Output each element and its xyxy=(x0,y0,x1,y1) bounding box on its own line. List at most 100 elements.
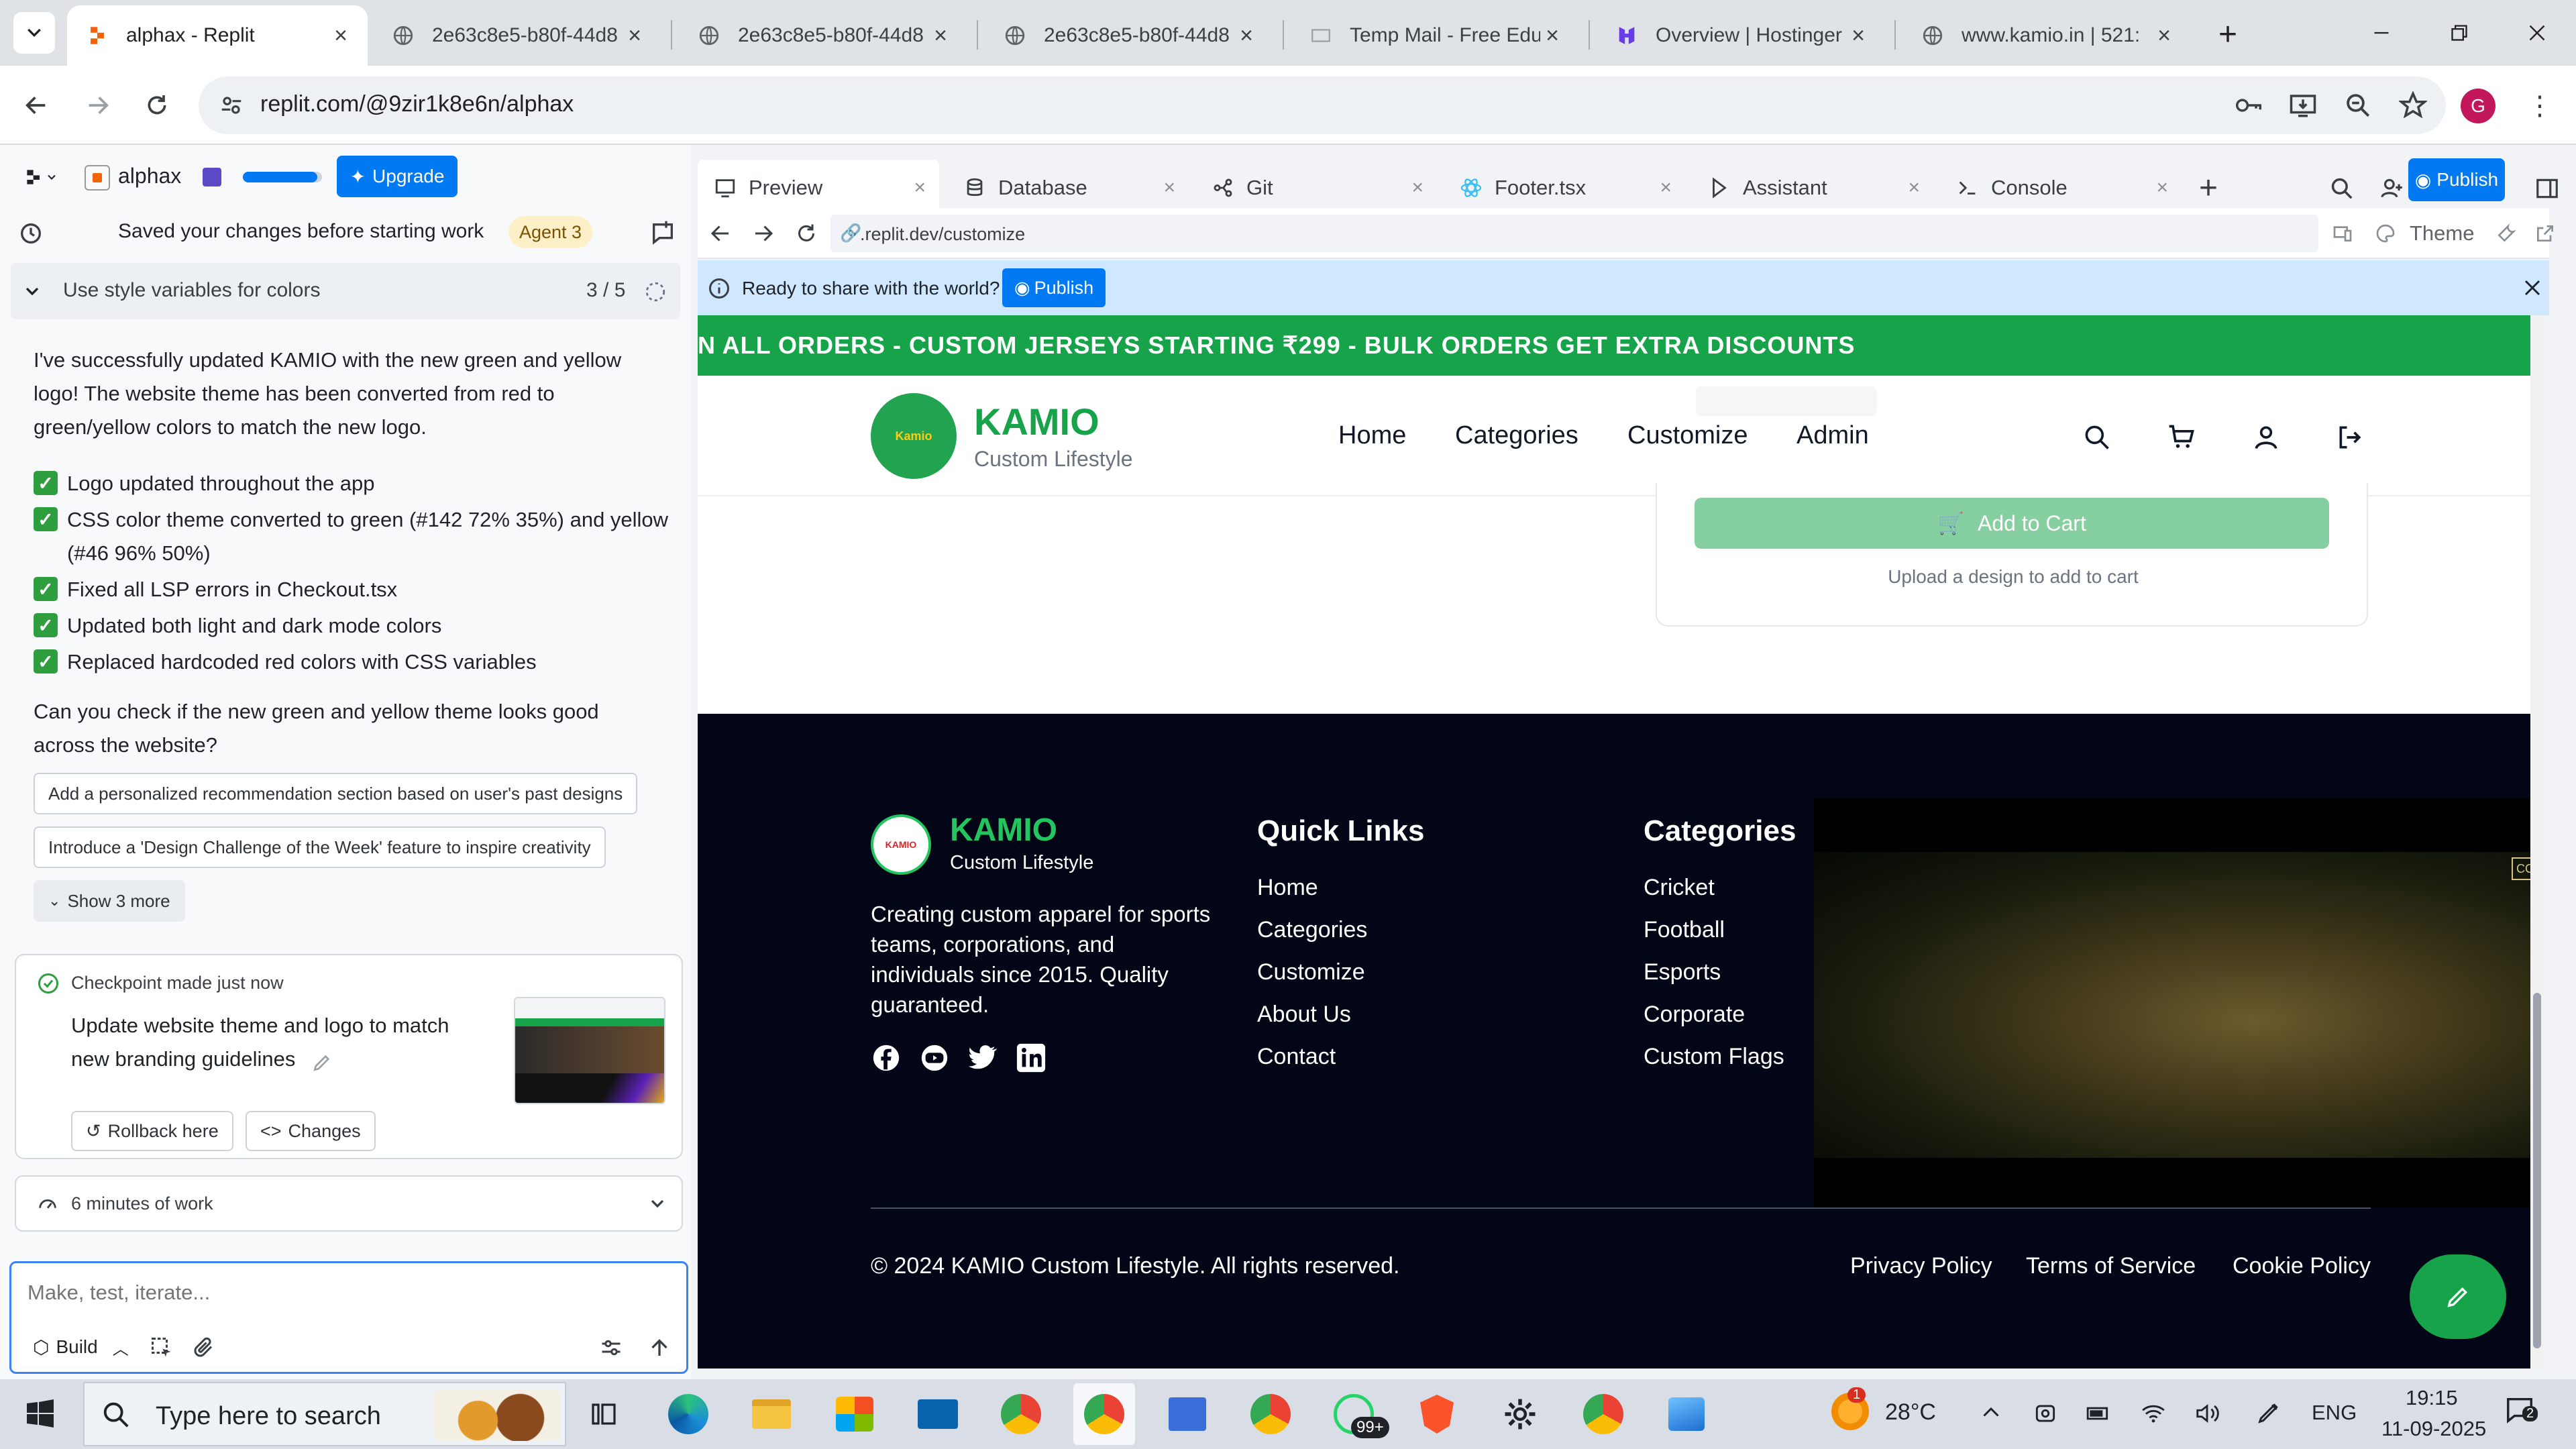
file-explorer-app[interactable] xyxy=(741,1383,802,1445)
suggestion-chip[interactable]: Add a personalized recommendation sectio… xyxy=(34,773,638,814)
close-tab-icon[interactable]: × xyxy=(928,23,953,48)
tab-hostinger[interactable]: Overview | Hostinger × xyxy=(1597,5,1885,66)
show-more-button[interactable]: ⌄ Show 3 more xyxy=(34,880,185,922)
zoom-icon[interactable] xyxy=(2344,91,2372,119)
preview-scrollbar[interactable] xyxy=(2530,315,2544,1368)
send-arrow-up-icon[interactable] xyxy=(647,1336,672,1360)
youtube-icon[interactable] xyxy=(919,1042,950,1073)
close-tab-icon[interactable]: × xyxy=(1411,176,1424,199)
banner-publish-button[interactable]: ◉ Publish xyxy=(1002,268,1106,307)
camera-icon[interactable] xyxy=(2033,1401,2058,1426)
work-time-row[interactable]: 6 minutes of work xyxy=(15,1175,683,1232)
devices-icon[interactable] xyxy=(2332,223,2353,244)
profile-avatar[interactable]: G xyxy=(2461,89,2496,123)
site-info-icon[interactable] xyxy=(219,93,244,118)
footer-category-football[interactable]: Football xyxy=(1644,917,1725,943)
close-tab-icon[interactable]: × xyxy=(914,176,926,199)
footer-category-esports[interactable]: Esports xyxy=(1644,959,1721,985)
tab-alphax-replit[interactable]: alphax - Replit × xyxy=(67,5,368,66)
close-tab-icon[interactable]: × xyxy=(2152,23,2176,48)
pencil-icon[interactable] xyxy=(311,1052,333,1073)
nav-admin[interactable]: Admin xyxy=(1796,421,1869,450)
wifi-icon[interactable] xyxy=(2140,1401,2167,1426)
paperclip-icon[interactable] xyxy=(191,1336,215,1360)
privacy-policy-link[interactable]: Privacy Policy xyxy=(1850,1253,1992,1279)
search-icon[interactable] xyxy=(2329,176,2355,201)
whatsapp-app[interactable]: 99+ xyxy=(1323,1383,1389,1445)
chrome-app[interactable] xyxy=(990,1383,1052,1445)
footer-category-corporate[interactable]: Corporate xyxy=(1644,1002,1745,1028)
remote-desktop-app[interactable] xyxy=(1157,1383,1218,1445)
photos-app[interactable] xyxy=(1656,1383,1717,1445)
brave-app[interactable] xyxy=(1406,1383,1468,1445)
chrome-profile-app-2[interactable] xyxy=(1240,1383,1301,1445)
nav-customize[interactable]: Customize xyxy=(1627,421,1748,450)
workspace-menu-button[interactable] xyxy=(17,164,64,191)
select-element-icon[interactable] xyxy=(150,1336,174,1360)
publish-button[interactable]: ◉ Publish xyxy=(2408,158,2505,201)
task-view-button[interactable] xyxy=(573,1383,635,1445)
store-app[interactable] xyxy=(824,1383,885,1445)
bookmark-star-icon[interactable] xyxy=(2399,91,2427,119)
tab-uuid-1[interactable]: 2e63c8e5-b80f-44d8 × xyxy=(373,5,661,66)
footer-link-about-us[interactable]: About Us xyxy=(1257,1002,1351,1028)
close-tab-icon[interactable]: × xyxy=(1660,176,1672,199)
suggestion-chip[interactable]: Introduce a 'Design Challenge of the Wee… xyxy=(34,826,606,868)
preview-url-field[interactable]: 🔗 .replit.dev/customize xyxy=(830,215,2318,252)
footer-link-home[interactable]: Home xyxy=(1257,875,1318,901)
cookie-policy-link[interactable]: Cookie Policy xyxy=(2233,1253,2371,1279)
close-tab-icon[interactable]: × xyxy=(2156,176,2168,199)
tab-kamio[interactable]: www.kamio.in | 521: × xyxy=(1902,5,2191,66)
chrome-profile-app-3[interactable] xyxy=(1572,1383,1634,1445)
arrow-left-icon[interactable] xyxy=(708,221,733,246)
forward-button[interactable] xyxy=(76,84,119,127)
user-icon[interactable] xyxy=(2251,423,2281,452)
back-button[interactable] xyxy=(15,84,58,127)
chrome-profile-app-active[interactable] xyxy=(1073,1383,1135,1445)
nav-categories[interactable]: Categories xyxy=(1455,421,1578,450)
pen-icon[interactable] xyxy=(2255,1399,2282,1426)
scrollbar-thumb[interactable] xyxy=(2533,993,2541,1348)
close-tab-icon[interactable]: × xyxy=(623,23,647,48)
taskbar-search[interactable]: Type here to search xyxy=(83,1382,566,1446)
clock-date[interactable]: 11-09-2025 xyxy=(2381,1417,2486,1441)
add-tab-button[interactable]: + xyxy=(2188,168,2229,208)
add-to-cart-button[interactable]: 🛒 Add to Cart xyxy=(1695,498,2329,549)
close-tab-icon[interactable]: × xyxy=(1908,176,1920,199)
restore-button[interactable] xyxy=(2422,0,2497,66)
invite-user-icon[interactable] xyxy=(2379,176,2404,201)
volume-icon[interactable] xyxy=(2194,1401,2220,1426)
language-indicator[interactable]: ENG xyxy=(2312,1401,2357,1425)
footer-category-custom-flags[interactable]: Custom Flags xyxy=(1644,1044,1784,1070)
brand-name[interactable]: KAMIO xyxy=(974,400,1099,443)
new-chat-icon[interactable] xyxy=(649,220,676,247)
tab-temp-mail[interactable]: Temp Mail - Free Edu × xyxy=(1291,5,1579,66)
floating-edit-button[interactable] xyxy=(2410,1254,2506,1339)
tab-uuid-2[interactable]: 2e63c8e5-b80f-44d8 × xyxy=(679,5,967,66)
footer-link-customize[interactable]: Customize xyxy=(1257,959,1365,985)
open-external-icon[interactable] xyxy=(2534,223,2556,244)
palette-icon[interactable] xyxy=(2375,223,2396,244)
minimize-button[interactable] xyxy=(2344,0,2419,66)
browser-menu-button[interactable]: ⋮ xyxy=(2520,86,2560,126)
upgrade-button[interactable]: ✦ Upgrade xyxy=(337,156,458,197)
logout-icon[interactable] xyxy=(2336,423,2365,452)
site-logo[interactable]: Kamio xyxy=(871,393,957,479)
edge-app[interactable] xyxy=(657,1383,719,1445)
search-icon[interactable] xyxy=(2082,423,2112,452)
twitter-icon[interactable] xyxy=(967,1042,998,1073)
close-tab-icon[interactable]: × xyxy=(1540,23,1564,48)
close-tab-icon[interactable]: × xyxy=(329,23,353,48)
start-button[interactable] xyxy=(9,1383,71,1445)
close-tab-icon[interactable]: × xyxy=(1846,23,1870,48)
chevron-up-icon[interactable] xyxy=(1979,1401,2003,1425)
task-header[interactable]: Use style variables for colors 3 / 5 xyxy=(11,263,680,319)
terms-of-service-link[interactable]: Terms of Service xyxy=(2026,1253,2196,1279)
build-mode-dropdown[interactable]: ⬡ Build ︿ xyxy=(23,1329,138,1365)
reload-icon[interactable] xyxy=(794,221,818,246)
close-tab-icon[interactable]: × xyxy=(1234,23,1258,48)
new-tab-button[interactable]: + xyxy=(2207,13,2249,55)
checkpoint-thumbnail[interactable] xyxy=(514,997,665,1104)
clock-time[interactable]: 19:15 xyxy=(2406,1386,2458,1410)
close-tab-icon[interactable]: × xyxy=(1163,176,1175,199)
